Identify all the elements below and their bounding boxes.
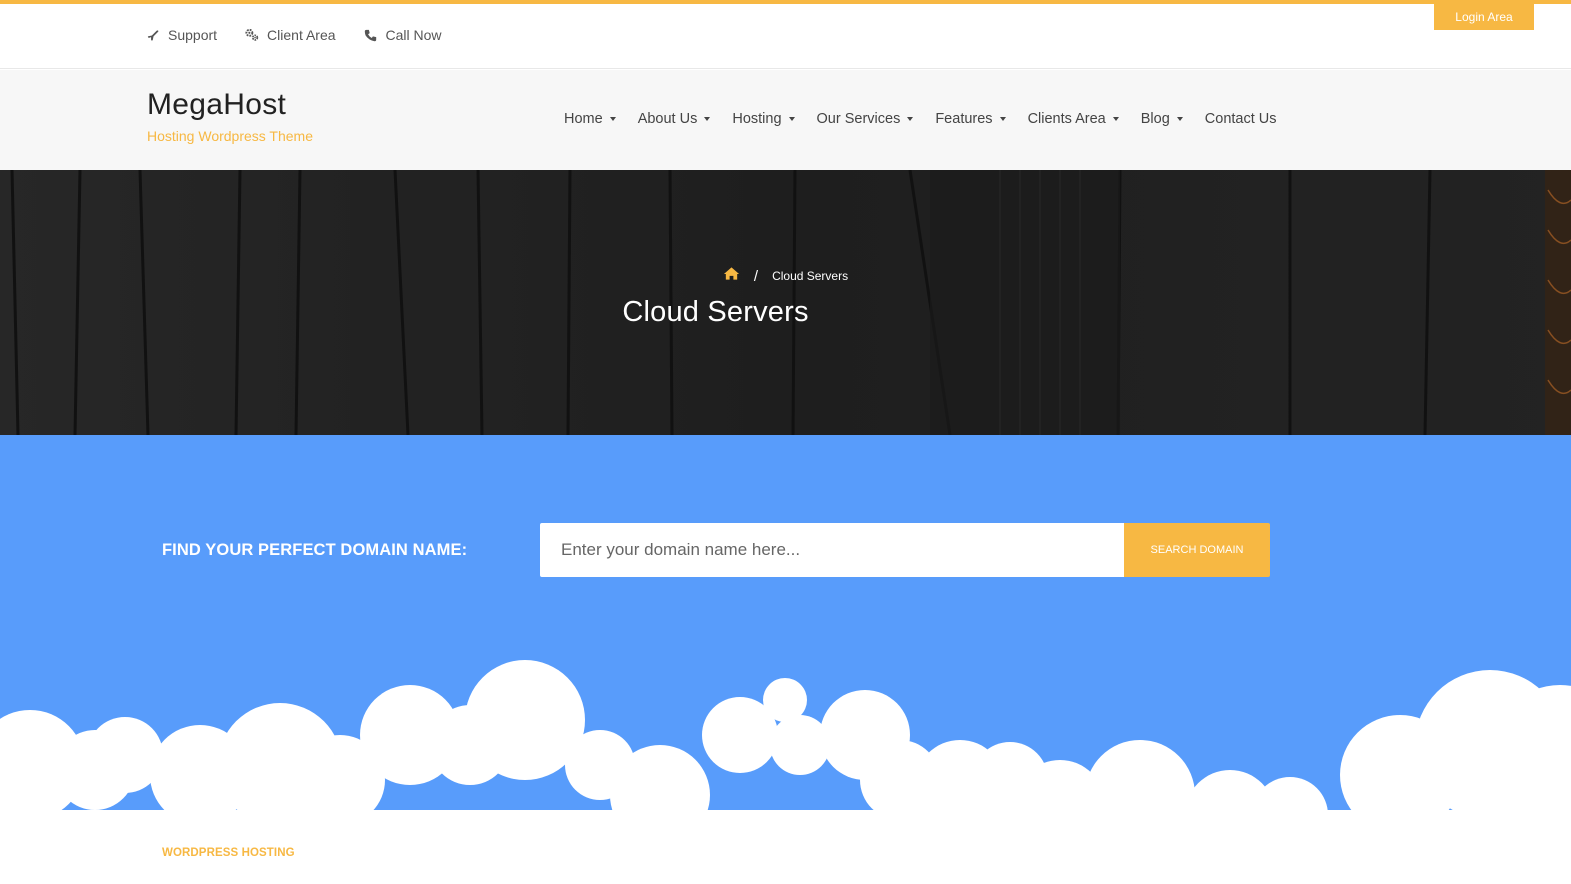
caret-down-icon [788, 117, 795, 121]
clouds-decoration [0, 660, 1571, 884]
site-tagline: Hosting Wordpress Theme [147, 128, 313, 144]
nav-item-label: Clients Area [1027, 111, 1106, 127]
plane-icon [146, 28, 160, 42]
home-icon[interactable] [723, 266, 740, 286]
main-nav: Home About Us Hosting Our Services Featu… [564, 111, 1299, 127]
site-header: MegaHost Hosting Wordpress Theme Home Ab… [0, 70, 1571, 170]
site-logo[interactable]: MegaHost [147, 88, 286, 122]
caret-down-icon [1112, 117, 1119, 121]
top-bar: Support Client Area Call Now Login Area [0, 4, 1571, 69]
section-tag: WORDPRESS HOSTING [162, 847, 295, 859]
caret-down-icon [704, 117, 711, 121]
nav-item-label: Features [935, 111, 993, 127]
login-area-button[interactable]: Login Area [1434, 4, 1534, 30]
nav-item-home[interactable]: Home [564, 111, 616, 127]
cogs-icon [245, 28, 259, 42]
nav-item-about-us[interactable]: About Us [638, 111, 711, 127]
domain-search-label: FIND YOUR PERFECT DOMAIN NAME: [162, 541, 468, 559]
phone-icon [364, 28, 378, 42]
call-now-link-label: Call Now [385, 27, 442, 43]
breadcrumb: / Cloud Servers [0, 266, 1571, 286]
nav-item-contact-us[interactable]: Contact Us [1205, 111, 1277, 127]
nav-item-label: Home [564, 111, 603, 127]
client-area-link[interactable]: Client Area [245, 27, 336, 43]
nav-item-hosting[interactable]: Hosting [732, 111, 795, 127]
page-title: Cloud Servers [622, 296, 809, 328]
caret-down-icon [907, 117, 914, 121]
domain-search-input[interactable] [540, 523, 1124, 577]
breadcrumb-separator: / [753, 267, 759, 285]
nav-item-our-services[interactable]: Our Services [817, 111, 914, 127]
support-link-label: Support [168, 27, 218, 43]
search-domain-button[interactable]: SEARCH DOMAIN [1124, 523, 1270, 577]
nav-item-features[interactable]: Features [935, 111, 1006, 127]
caret-down-icon [1176, 117, 1183, 121]
domain-search-section: FIND YOUR PERFECT DOMAIN NAME: SEARCH DO… [0, 435, 1571, 884]
support-link[interactable]: Support [146, 27, 217, 43]
nav-item-clients-area[interactable]: Clients Area [1028, 111, 1119, 127]
breadcrumb-current: Cloud Servers [772, 269, 849, 283]
nav-item-label: Our Services [816, 111, 901, 127]
page-hero: / Cloud Servers Cloud Servers [0, 170, 1571, 435]
nav-item-label: Hosting [732, 111, 782, 127]
caret-down-icon [999, 117, 1006, 121]
nav-item-blog[interactable]: Blog [1141, 111, 1183, 127]
caret-down-icon [609, 117, 616, 121]
top-bar-links: Support Client Area Call Now [146, 27, 442, 43]
client-area-link-label: Client Area [267, 27, 336, 43]
nav-item-label: Blog [1140, 111, 1170, 127]
call-now-link[interactable]: Call Now [364, 27, 442, 43]
nav-item-label: Contact Us [1204, 111, 1277, 127]
nav-item-label: About Us [637, 111, 698, 127]
